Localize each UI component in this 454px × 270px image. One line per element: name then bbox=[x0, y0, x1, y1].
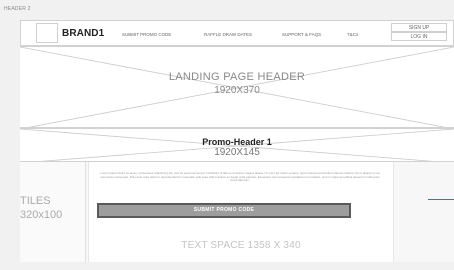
promo-header-placeholder: Promo-Header 1 1920X145 bbox=[20, 128, 454, 162]
tiles-size: 320x100 bbox=[20, 209, 63, 221]
promo-header-title: Promo-Header 1 bbox=[202, 137, 272, 147]
login-button[interactable]: LOG IN bbox=[391, 32, 447, 41]
promo-header-size: 1920X145 bbox=[214, 147, 260, 158]
frame-label: HEADER 2 bbox=[4, 6, 31, 12]
text-space-placeholder: TEXT SPACE 1358 X 340 bbox=[181, 240, 301, 251]
nav-support-faqs[interactable]: SUPPORT & FAQS bbox=[282, 32, 321, 37]
landing-header-size: 1920X370 bbox=[214, 85, 260, 96]
landing-header-title: LANDING PAGE HEADER bbox=[168, 71, 306, 83]
nav-submit-promo-code[interactable]: SUBMIT PROMO CODE bbox=[122, 32, 171, 37]
nav-raffle-draw-dates[interactable]: RAFFLE DRAW DATES bbox=[204, 32, 252, 37]
brand-name[interactable]: BRAND1 bbox=[62, 28, 104, 39]
landing-header-placeholder: LANDING PAGE HEADER 1920X370 bbox=[20, 46, 454, 128]
intro-paragraph: Lorem ipsum dolor sit amet, consectetur … bbox=[100, 171, 380, 183]
tiles-title: TILES bbox=[20, 195, 51, 207]
nav-terms[interactable]: T&Cs bbox=[347, 32, 358, 37]
tiles-label: TILES 320x100 bbox=[20, 194, 62, 222]
selection-indicator bbox=[428, 199, 454, 200]
signup-button[interactable]: SIGN UP bbox=[391, 23, 447, 32]
submit-promo-code-button[interactable]: SUBMIT PROMO CODE bbox=[97, 203, 351, 218]
logo-placeholder[interactable] bbox=[36, 23, 58, 43]
